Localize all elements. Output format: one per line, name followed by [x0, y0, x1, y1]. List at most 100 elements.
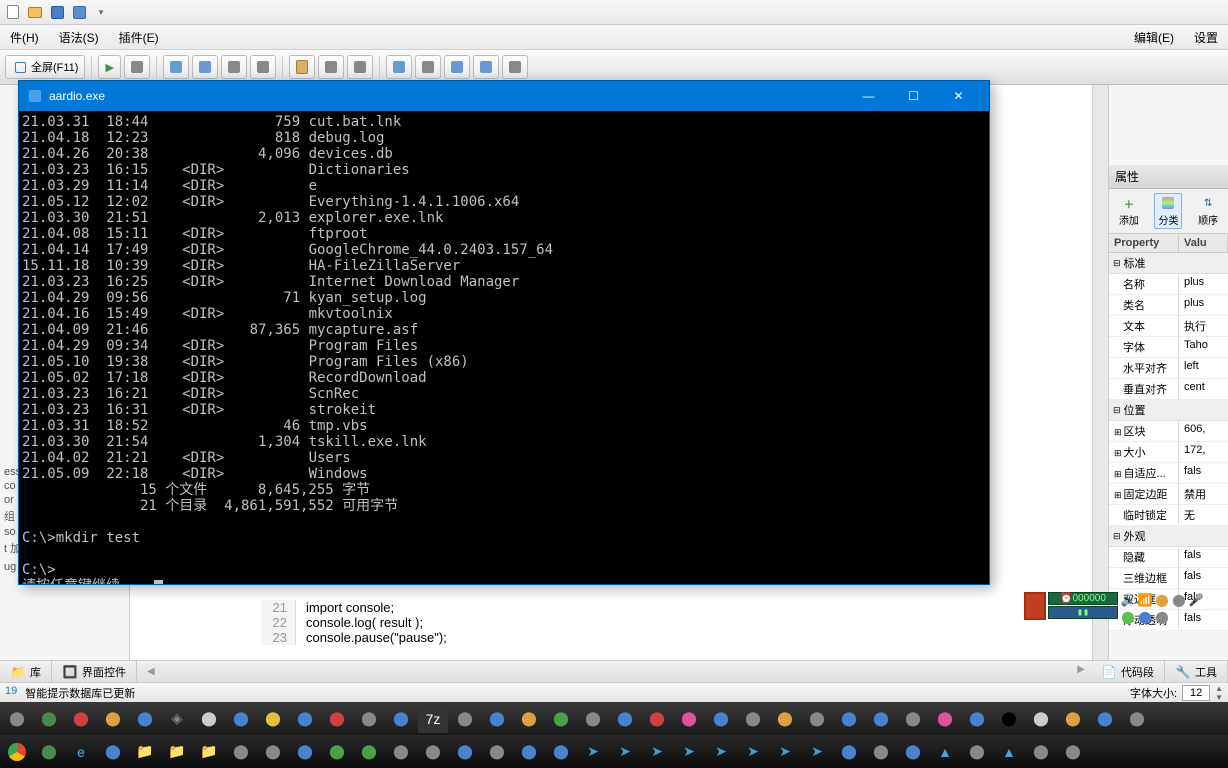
ribbon-btn-13[interactable]	[502, 55, 528, 79]
mic-icon[interactable]: 🎤	[1188, 592, 1204, 608]
prop-row-3dborder[interactable]: 三维边框fals	[1109, 568, 1228, 589]
task-icon[interactable]: ⬤	[482, 738, 512, 766]
task-icon[interactable]: ➤	[802, 738, 832, 766]
font-size-spinner[interactable]: ▲▼	[1215, 684, 1223, 702]
ribbon-btn-2[interactable]	[124, 55, 150, 79]
qat-dropdown-icon[interactable]: ▾	[92, 3, 110, 21]
task-icon[interactable]: ⬤	[802, 705, 832, 733]
tab-snippets[interactable]: 📄代码段	[1091, 661, 1165, 683]
ribbon-btn-4[interactable]	[192, 55, 218, 79]
task-icon[interactable]: ⬤	[834, 738, 864, 766]
ribbon-btn-11[interactable]	[444, 55, 470, 79]
task-icon[interactable]: ⬤	[962, 738, 992, 766]
tray-icon[interactable]: ⬤	[1154, 609, 1170, 625]
task-icon[interactable]: ➤	[674, 738, 704, 766]
new-file-icon[interactable]	[4, 3, 22, 21]
task-icon[interactable]: ⬤	[450, 738, 480, 766]
close-button[interactable]: ✕	[936, 81, 981, 111]
task-icon[interactable]: ⬤	[322, 738, 352, 766]
prop-row-halign[interactable]: 水平对齐left	[1109, 358, 1228, 379]
task-icon[interactable]: ⬤	[514, 738, 544, 766]
task-icon[interactable]: ⬤	[546, 738, 576, 766]
task-icon[interactable]: ⬤	[226, 738, 256, 766]
task-icon[interactable]: ⬤	[866, 738, 896, 766]
task-icon[interactable]: ⬤	[994, 705, 1024, 733]
tray-icon[interactable]: ⬤	[1137, 609, 1153, 625]
tray-icon[interactable]: ⬤	[1120, 609, 1136, 625]
ribbon-btn-8[interactable]	[347, 55, 373, 79]
task-icon[interactable]: ➤	[610, 738, 640, 766]
prop-row-name[interactable]: 名称plus	[1109, 274, 1228, 295]
fullscreen-button[interactable]: 全屏(F11)	[5, 55, 85, 79]
task-icon[interactable]: ⬤	[290, 705, 320, 733]
task-icon[interactable]: ⬤	[258, 738, 288, 766]
task-icon[interactable]: ⬤	[418, 738, 448, 766]
prop-group-standard[interactable]: ⊟标准	[1109, 253, 1228, 274]
task-icon[interactable]: ⬤	[834, 705, 864, 733]
prop-row-templock[interactable]: 临时锁定无	[1109, 505, 1228, 526]
prop-group-position[interactable]: ⊟位置	[1109, 400, 1228, 421]
task-icon[interactable]: ⬤	[2, 705, 32, 733]
menu-homepage[interactable]: 件(H)	[0, 26, 49, 49]
prop-add-button[interactable]: ＋添加	[1119, 195, 1139, 227]
prop-category-button[interactable]: 分类	[1154, 193, 1182, 229]
tray-icon[interactable]: ⬤	[1154, 592, 1170, 608]
task-chrome-icon[interactable]	[2, 738, 32, 766]
minimize-button[interactable]: —	[846, 81, 891, 111]
task-icon[interactable]: ➤	[738, 738, 768, 766]
wifi-icon[interactable]: 📶	[1137, 592, 1153, 608]
prop-row-classname[interactable]: 类名plus	[1109, 295, 1228, 316]
task-icon[interactable]: 7z	[418, 705, 448, 733]
task-icon[interactable]: ⬤	[226, 705, 256, 733]
task-icon[interactable]: ⬤	[1090, 705, 1120, 733]
task-icon[interactable]: ⬤	[1122, 705, 1152, 733]
task-icon[interactable]: ➤	[770, 738, 800, 766]
ribbon-btn-5[interactable]	[221, 55, 247, 79]
task-icon[interactable]: ⬤	[930, 705, 960, 733]
task-icon[interactable]: ▲	[994, 738, 1024, 766]
task-icon[interactable]: ◈	[162, 705, 192, 733]
task-icon[interactable]: 📁	[162, 738, 192, 766]
ribbon-btn-7[interactable]	[318, 55, 344, 79]
hscroll-right[interactable]: ▶	[1071, 661, 1091, 683]
task-icon[interactable]: ⬤	[386, 738, 416, 766]
task-icon[interactable]: ⬤	[770, 705, 800, 733]
tray-icon[interactable]: ⬤	[1171, 592, 1187, 608]
prop-row-text[interactable]: 文本执行	[1109, 316, 1228, 337]
task-icon[interactable]: 📁	[194, 738, 224, 766]
task-icon[interactable]: ⬤	[642, 705, 672, 733]
volume-icon[interactable]: 🔊	[1120, 592, 1136, 608]
maximize-button[interactable]: ☐	[891, 81, 936, 111]
ribbon-btn-6[interactable]	[250, 55, 276, 79]
prop-group-appearance[interactable]: ⊟外观	[1109, 526, 1228, 547]
task-icon[interactable]: ⬤	[34, 738, 64, 766]
task-icon[interactable]: ⬤	[482, 705, 512, 733]
task-icon[interactable]: ⬤	[290, 738, 320, 766]
task-explorer-icon[interactable]: 📁	[130, 738, 160, 766]
menu-settings[interactable]: 设置	[1184, 26, 1228, 49]
prop-row-block[interactable]: ⊞区块606,	[1109, 421, 1228, 442]
task-icon[interactable]: ⬤	[98, 738, 128, 766]
task-icon[interactable]: ⬤	[1058, 738, 1088, 766]
tab-library[interactable]: 📁库	[0, 661, 52, 683]
run-icon[interactable]	[70, 3, 88, 21]
save-icon[interactable]	[48, 3, 66, 21]
font-size-input[interactable]	[1182, 685, 1210, 701]
task-icon[interactable]: ➤	[706, 738, 736, 766]
prop-row-valign[interactable]: 垂直对齐cent	[1109, 379, 1228, 400]
task-icon[interactable]: ⬤	[130, 705, 160, 733]
ribbon-btn-9[interactable]	[386, 55, 412, 79]
task-ie-icon[interactable]: e	[66, 738, 96, 766]
ribbon-btn-clipboard[interactable]	[289, 55, 315, 79]
prop-row-font[interactable]: 字体Taho	[1109, 337, 1228, 358]
task-icon[interactable]: ⬤	[354, 738, 384, 766]
task-icon[interactable]: ⬤	[66, 705, 96, 733]
open-folder-icon[interactable]	[26, 3, 44, 21]
task-icon[interactable]: ⬤	[578, 705, 608, 733]
menu-plugins[interactable]: 插件(E)	[109, 26, 169, 49]
menu-syntax[interactable]: 语法(S)	[49, 26, 109, 49]
tab-ui-controls[interactable]: 🔲界面控件	[52, 661, 137, 683]
code-editor[interactable]: 21import console; 22console.log( result …	[261, 600, 972, 660]
task-icon[interactable]: ⬤	[98, 705, 128, 733]
task-icon[interactable]: ⬤	[898, 738, 928, 766]
